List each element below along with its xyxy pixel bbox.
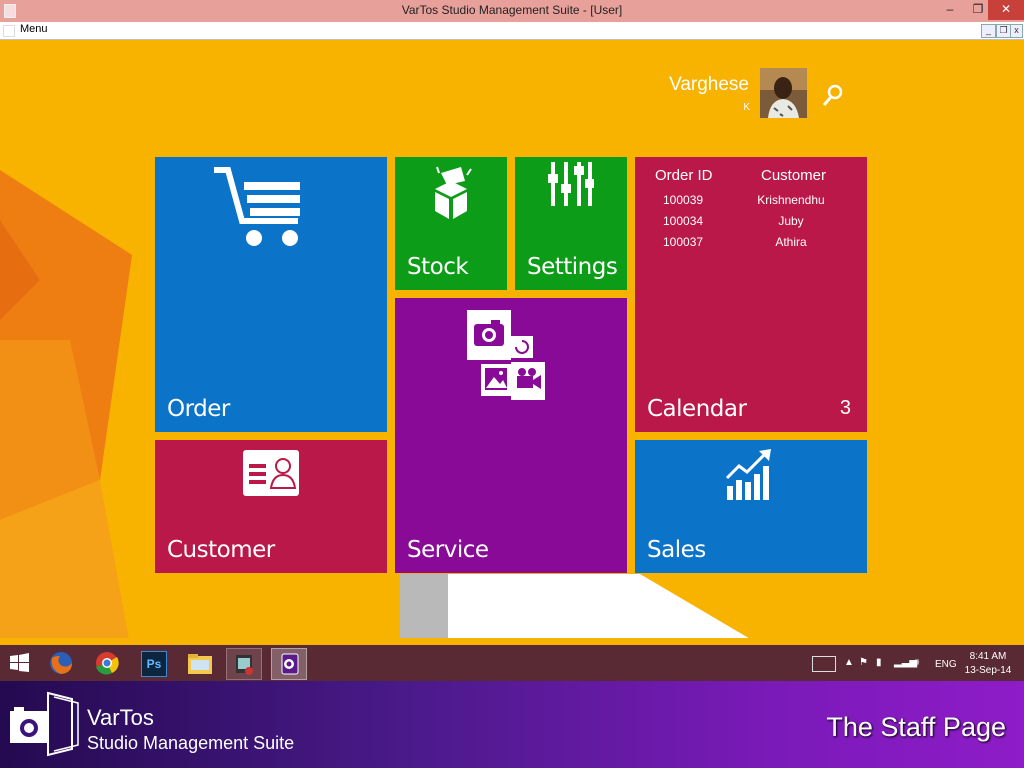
mdi-close-button[interactable]: x xyxy=(1010,24,1023,38)
start-screen: Varghese K Order Stock Settings Order ID… xyxy=(0,40,1024,645)
sliders-icon xyxy=(548,162,594,206)
tile-settings-label: Settings xyxy=(527,254,618,280)
calendar-header-customer: Customer xyxy=(761,167,827,184)
language-indicator[interactable]: ENG xyxy=(935,659,957,670)
calendar-order-id: 100034 xyxy=(663,214,704,228)
user-photo xyxy=(760,68,807,118)
clock-date: 13-Sep-14 xyxy=(964,665,1012,676)
camera-logo-icon xyxy=(10,691,79,757)
windows-start-icon[interactable] xyxy=(2,648,36,678)
tile-customer[interactable]: Customer xyxy=(155,440,387,573)
window-title-bar: VarTos Studio Management Suite - [User] … xyxy=(0,0,1024,22)
vartos-app-icon[interactable] xyxy=(271,648,307,680)
tile-service-label: Service xyxy=(407,537,489,563)
tile-stock[interactable]: Stock xyxy=(395,157,507,290)
tile-sales-label: Sales xyxy=(647,537,706,563)
menu-item[interactable]: Menu xyxy=(20,23,48,35)
page-title: The Staff Page xyxy=(826,712,1006,742)
footer-tagline: Studio Management Suite xyxy=(87,733,295,753)
calendar-order-id: 100037 xyxy=(663,235,704,249)
document-icon xyxy=(3,25,15,37)
close-button[interactable]: ✕ xyxy=(988,0,1024,20)
user-name: Varghese xyxy=(669,74,749,95)
calendar-customer: Juby xyxy=(778,214,804,228)
calendar-customer: Krishnendhu xyxy=(757,193,825,207)
battery-icon[interactable]: ▮ xyxy=(876,657,882,668)
contact-card-icon xyxy=(243,450,299,496)
tile-customer-label: Customer xyxy=(167,537,275,563)
minimize-button[interactable]: – xyxy=(936,0,964,20)
box-icon xyxy=(435,166,472,219)
clock[interactable]: 8:41 AM 13-Sep-14 xyxy=(960,650,1016,678)
taskbar: Ps ▲ ⚑ ▮ ▂▃▅ 🔊︎ ENG 8:41 AM 13-Sep-14 xyxy=(0,645,1024,681)
file-explorer-icon[interactable] xyxy=(182,648,216,678)
tile-service[interactable]: Service xyxy=(395,298,627,573)
mdi-restore-button[interactable]: ❐ xyxy=(996,24,1011,38)
calendar-customer: Athira xyxy=(775,235,807,249)
shopping-cart-icon xyxy=(214,167,300,246)
tile-order[interactable]: Order xyxy=(155,157,387,432)
footer-banner: VarTos Studio Management Suite The Staff… xyxy=(0,681,1024,768)
tile-settings[interactable]: Settings xyxy=(515,157,627,290)
search-icon[interactable] xyxy=(820,82,846,113)
menu-bar: Menu _ ❐ x xyxy=(0,22,1024,40)
firefox-icon[interactable] xyxy=(44,648,78,678)
calendar-count-badge: 3 xyxy=(839,397,851,419)
tray-expand-icon[interactable]: ▲ xyxy=(844,657,854,668)
photoshop-icon-label: Ps xyxy=(141,651,167,677)
footer-brand: VarTos xyxy=(87,705,154,730)
keyboard-icon[interactable] xyxy=(812,656,836,672)
window-title: VarTos Studio Management Suite - [User] xyxy=(401,3,623,17)
media-icon xyxy=(467,310,545,400)
tile-stock-label: Stock xyxy=(407,254,469,280)
clock-time: 8:41 AM xyxy=(969,651,1007,662)
calendar-order-id: 100039 xyxy=(663,193,704,207)
avatar[interactable] xyxy=(760,68,807,118)
volume-icon[interactable]: 🔊︎ xyxy=(913,657,919,668)
tile-calendar[interactable]: Order ID Customer 100039 Krishnendhu 100… xyxy=(635,157,867,432)
photoshop-icon[interactable]: Ps xyxy=(136,648,170,678)
chart-growth-icon xyxy=(725,449,771,500)
app-icon[interactable] xyxy=(226,648,262,680)
chrome-icon[interactable] xyxy=(90,648,124,678)
tile-order-label: Order xyxy=(167,396,230,422)
calendar-header-order-id: Order ID xyxy=(655,167,713,184)
user-subtitle: K xyxy=(743,102,750,113)
action-center-flag-icon[interactable]: ⚑ xyxy=(859,657,868,668)
tile-sales[interactable]: Sales xyxy=(635,440,867,573)
mdi-minimize-button[interactable]: _ xyxy=(981,24,996,38)
tile-calendar-label: Calendar xyxy=(647,396,747,422)
